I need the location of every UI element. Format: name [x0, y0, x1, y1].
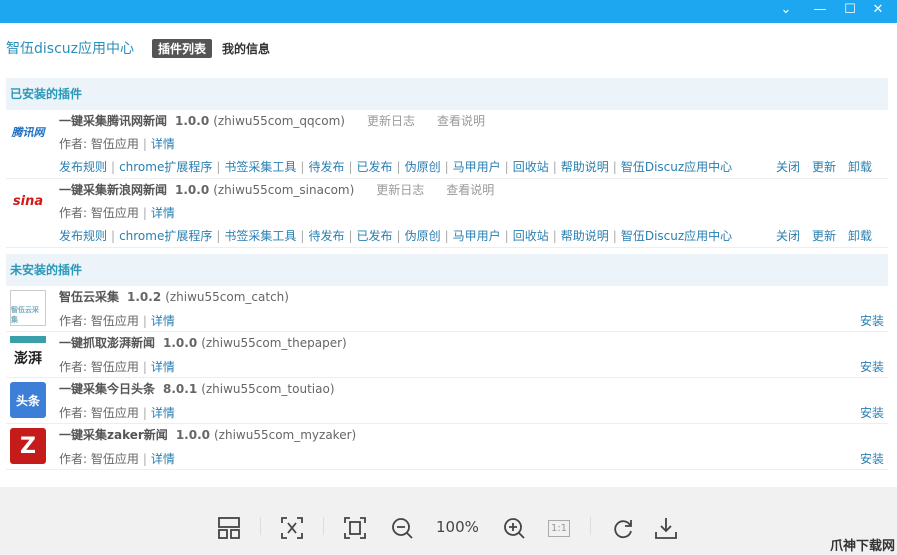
- plugin-id: (zhiwu55com_thepaper): [201, 336, 347, 350]
- plugin-name: 一键采集zaker新闻: [59, 428, 168, 442]
- watermark: 爪神下载网: [829, 539, 895, 554]
- action-close[interactable]: 关闭: [776, 229, 800, 243]
- action-close[interactable]: 关闭: [776, 160, 800, 174]
- installed-section-header: 已安装的插件: [6, 78, 888, 110]
- plugin-version: 1.0.0: [175, 183, 210, 197]
- install-button[interactable]: 安装: [860, 404, 884, 421]
- thumbnails-icon[interactable]: [216, 515, 242, 541]
- plugin-logo: 澎湃: [10, 336, 46, 372]
- plugin-version: 1.0.0: [175, 114, 210, 128]
- plugin-link[interactable]: 书签采集工具: [224, 160, 296, 174]
- minimize-button[interactable]: —: [810, 2, 830, 17]
- detail-link[interactable]: 详情: [151, 360, 175, 374]
- author-label: 作者: 智伍应用: [59, 360, 139, 374]
- readme-link[interactable]: 查看说明: [437, 114, 485, 128]
- installed-plugin-row: sina 一键采集新浪网新闻 1.0.0 (zhiwu55com_sinacom) 更…: [6, 179, 888, 248]
- plugin-logo: 头条: [10, 382, 46, 418]
- plugin-version: 1.0.0: [163, 336, 198, 350]
- uninstalled-plugin-row: 头条 一键采集今日头条 8.0.1 (zhiwu55com_toutiao) 作者:…: [6, 378, 888, 424]
- author-label: 作者: 智伍应用: [59, 452, 139, 466]
- action-update[interactable]: 更新: [812, 160, 836, 174]
- plugin-link[interactable]: 待发布: [308, 160, 344, 174]
- plugin-link[interactable]: 帮助说明: [561, 229, 609, 243]
- plugin-link[interactable]: 帮助说明: [561, 160, 609, 174]
- zoom-level: 100%: [436, 518, 479, 536]
- close-button[interactable]: ✕: [868, 2, 888, 17]
- plugin-link[interactable]: 回收站: [513, 229, 549, 243]
- plugin-link[interactable]: chrome扩展程序: [119, 160, 212, 174]
- installed-plugin-row: 腾讯网 一键采集腾讯网新闻 1.0.0 (zhiwu55com_qqcom) 更新日志…: [6, 110, 888, 179]
- action-uninstall[interactable]: 卸载: [848, 229, 872, 243]
- plugin-link[interactable]: 智伍Discuz应用中心: [621, 229, 732, 243]
- plugin-link[interactable]: 已发布: [357, 160, 393, 174]
- actual-size-button[interactable]: 1:1: [546, 515, 572, 541]
- fit-screen-icon[interactable]: [342, 515, 368, 541]
- uninstalled-section-header: 未安装的插件: [6, 254, 888, 286]
- tab-plugin-list[interactable]: 插件列表: [152, 38, 213, 58]
- plugin-name: 一键采集腾讯网新闻: [59, 114, 168, 128]
- title-bar: ⌄ — ☐ ✕: [0, 0, 897, 23]
- plugin-id: (zhiwu55com_catch): [165, 290, 289, 304]
- plugin-logo: 腾讯网: [11, 126, 45, 139]
- changelog-link[interactable]: 更新日志: [367, 114, 415, 128]
- detail-link[interactable]: 详情: [151, 406, 175, 420]
- plugin-link[interactable]: 书签采集工具: [224, 229, 296, 243]
- plugin-link[interactable]: 伪原创: [405, 160, 441, 174]
- plugin-link[interactable]: 智伍Discuz应用中心: [621, 160, 732, 174]
- brand-title[interactable]: 智伍discuz应用中心: [6, 38, 134, 58]
- plugin-name: 一键采集今日头条: [59, 382, 156, 396]
- plugin-version: 1.0.2: [127, 290, 162, 304]
- detail-link[interactable]: 详情: [151, 137, 175, 151]
- plugin-link[interactable]: 马甲用户: [453, 229, 501, 243]
- plugin-version: 1.0.0: [175, 428, 210, 442]
- plugin-logo: 智伍云采集: [10, 290, 46, 326]
- plugin-link[interactable]: 伪原创: [405, 229, 441, 243]
- zoom-out-icon[interactable]: [389, 515, 415, 541]
- rotate-icon[interactable]: [610, 515, 636, 541]
- plugin-version: 8.0.1: [163, 382, 198, 396]
- plugin-logo: Z: [10, 428, 46, 464]
- install-button[interactable]: 安装: [860, 312, 884, 329]
- plugin-id: (zhiwu55com_myzaker): [213, 428, 357, 442]
- install-button[interactable]: 安装: [860, 450, 884, 467]
- plugin-link[interactable]: chrome扩展程序: [119, 229, 212, 243]
- changelog-link[interactable]: 更新日志: [376, 183, 424, 197]
- action-uninstall[interactable]: 卸载: [848, 160, 872, 174]
- author-label: 作者: 智伍应用: [59, 206, 139, 220]
- author-label: 作者: 智伍应用: [59, 314, 139, 328]
- plugin-link[interactable]: 马甲用户: [453, 160, 501, 174]
- action-update[interactable]: 更新: [812, 229, 836, 243]
- header: 智伍discuz应用中心 插件列表 我的信息: [6, 38, 280, 58]
- tab-my-info[interactable]: 我的信息: [216, 39, 276, 58]
- install-button[interactable]: 安装: [860, 358, 884, 375]
- chevron-down-icon[interactable]: ⌄: [776, 2, 796, 17]
- author-label: 作者: 智伍应用: [59, 137, 139, 151]
- plugin-link[interactable]: 回收站: [513, 160, 549, 174]
- image-viewer-toolbar: 100% 1:1: [0, 487, 897, 555]
- plugin-id: (zhiwu55com_qqcom): [213, 114, 345, 128]
- author-label: 作者: 智伍应用: [59, 406, 139, 420]
- plugin-name: 一键抓取澎湃新闻: [59, 336, 156, 350]
- detail-link[interactable]: 详情: [151, 314, 175, 328]
- plugin-name: 智伍云采集: [59, 290, 120, 304]
- plugin-link[interactable]: 发布规则: [59, 160, 107, 174]
- plugin-link[interactable]: 待发布: [308, 229, 344, 243]
- uninstalled-plugin-row: 智伍云采集 智伍云采集 1.0.2 (zhiwu55com_catch) 作者: 智…: [6, 286, 888, 332]
- detail-link[interactable]: 详情: [151, 452, 175, 466]
- download-icon[interactable]: [653, 515, 679, 541]
- maximize-button[interactable]: ☐: [840, 2, 860, 17]
- ocr-icon[interactable]: [279, 515, 305, 541]
- zoom-in-icon[interactable]: [501, 515, 527, 541]
- plugin-link[interactable]: 已发布: [357, 229, 393, 243]
- plugin-id: (zhiwu55com_toutiao): [201, 382, 335, 396]
- plugin-logo: sina: [12, 193, 44, 209]
- detail-link[interactable]: 详情: [151, 206, 175, 220]
- plugin-id: (zhiwu55com_sinacom): [213, 183, 355, 197]
- actual-size-label: 1:1: [547, 519, 571, 537]
- uninstalled-plugin-row: Z 一键采集zaker新闻 1.0.0 (zhiwu55com_myzaker) 作…: [6, 424, 888, 470]
- plugin-name: 一键采集新浪网新闻: [59, 183, 168, 197]
- readme-link[interactable]: 查看说明: [446, 183, 494, 197]
- uninstalled-plugin-row: 澎湃 一键抓取澎湃新闻 1.0.0 (zhiwu55com_thepaper) 作者…: [6, 332, 888, 378]
- plugin-link[interactable]: 发布规则: [59, 229, 107, 243]
